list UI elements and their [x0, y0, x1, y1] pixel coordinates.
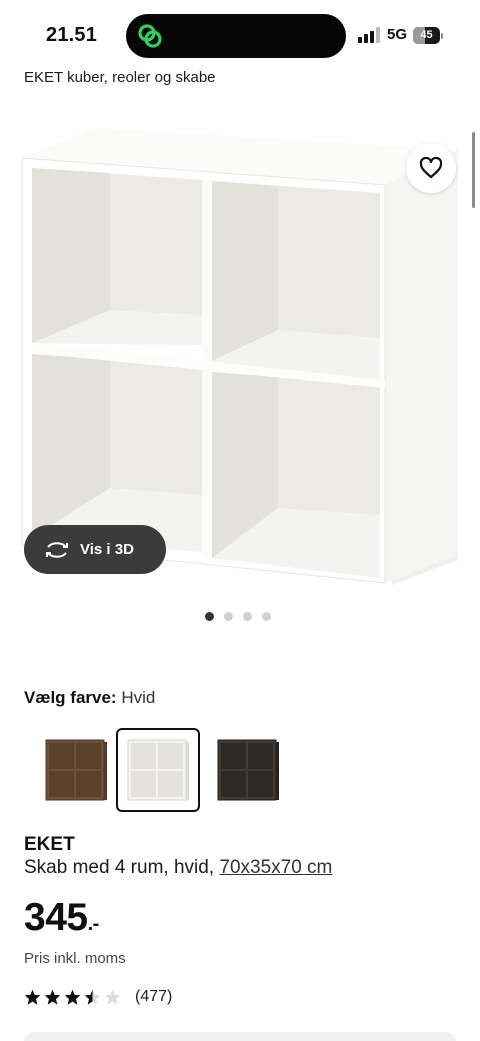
- compartment-top-right: [212, 181, 380, 385]
- price-note: Pris inkl. moms: [24, 950, 126, 967]
- review-count: (477): [135, 988, 173, 1005]
- price-value: 345: [24, 896, 88, 939]
- gallery-pagination[interactable]: [205, 612, 271, 621]
- product-description-text: Skab med 4 rum, hvid,: [24, 857, 215, 878]
- pagination-dot[interactable]: [243, 612, 252, 621]
- battery-icon: 45: [413, 27, 440, 44]
- color-swatch-dark-grey[interactable]: [206, 728, 290, 812]
- view-3d-label: Vis i 3D: [80, 541, 134, 558]
- heart-outline-icon: [419, 157, 443, 179]
- star-icon: [104, 989, 121, 1005]
- price-suffix: .-: [87, 913, 100, 935]
- compartment-bottom-right: [212, 372, 380, 578]
- swatch-thumbnail: [217, 739, 279, 801]
- rating-stars: [24, 989, 121, 1005]
- network-type: 5G: [387, 26, 408, 43]
- pagination-dot[interactable]: [224, 612, 233, 621]
- battery-cap: [441, 33, 443, 39]
- star-icon: [84, 989, 101, 1005]
- star-icon: [64, 989, 81, 1005]
- dynamic-island: [126, 14, 346, 58]
- star-icon: [44, 989, 61, 1005]
- product-rating[interactable]: (477): [24, 988, 172, 1006]
- battery-level: 45: [420, 29, 433, 41]
- signal-icon: [358, 27, 380, 43]
- link-rings-icon: [138, 24, 162, 48]
- swatch-thumbnail: [45, 739, 107, 801]
- compartment-bottom-left: [32, 354, 202, 552]
- color-picker-label: Vælg farve: Hvid: [24, 688, 155, 708]
- favorite-button[interactable]: [406, 143, 456, 193]
- bottom-panel: [24, 1032, 456, 1041]
- star-icon: [24, 989, 41, 1005]
- product-description: Skab med 4 rum, hvid, 70x35x70 cm: [24, 857, 332, 879]
- product-name: EKET: [24, 834, 75, 855]
- color-label-text: Vælg farve:: [24, 688, 117, 707]
- pagination-dot[interactable]: [262, 612, 271, 621]
- product-price: 345.-: [24, 896, 99, 940]
- rotate-3d-icon: [46, 541, 68, 558]
- page-scrollbar[interactable]: [472, 132, 475, 208]
- clock: 21.51: [46, 24, 98, 46]
- status-bar: 21.51 5G 45: [0, 0, 480, 66]
- color-swatch-white[interactable]: [116, 728, 200, 812]
- compartment-top-left: [32, 168, 202, 345]
- view-3d-button[interactable]: Vis i 3D: [24, 525, 166, 574]
- breadcrumb[interactable]: EKET kuber, reoler og skabe: [24, 69, 216, 86]
- selected-color: Hvid: [121, 688, 156, 707]
- pagination-dot[interactable]: [205, 612, 214, 621]
- color-swatch-walnut[interactable]: [34, 728, 118, 812]
- swatch-thumbnail: [127, 739, 189, 801]
- product-dimensions-link[interactable]: 70x35x70 cm: [219, 857, 332, 878]
